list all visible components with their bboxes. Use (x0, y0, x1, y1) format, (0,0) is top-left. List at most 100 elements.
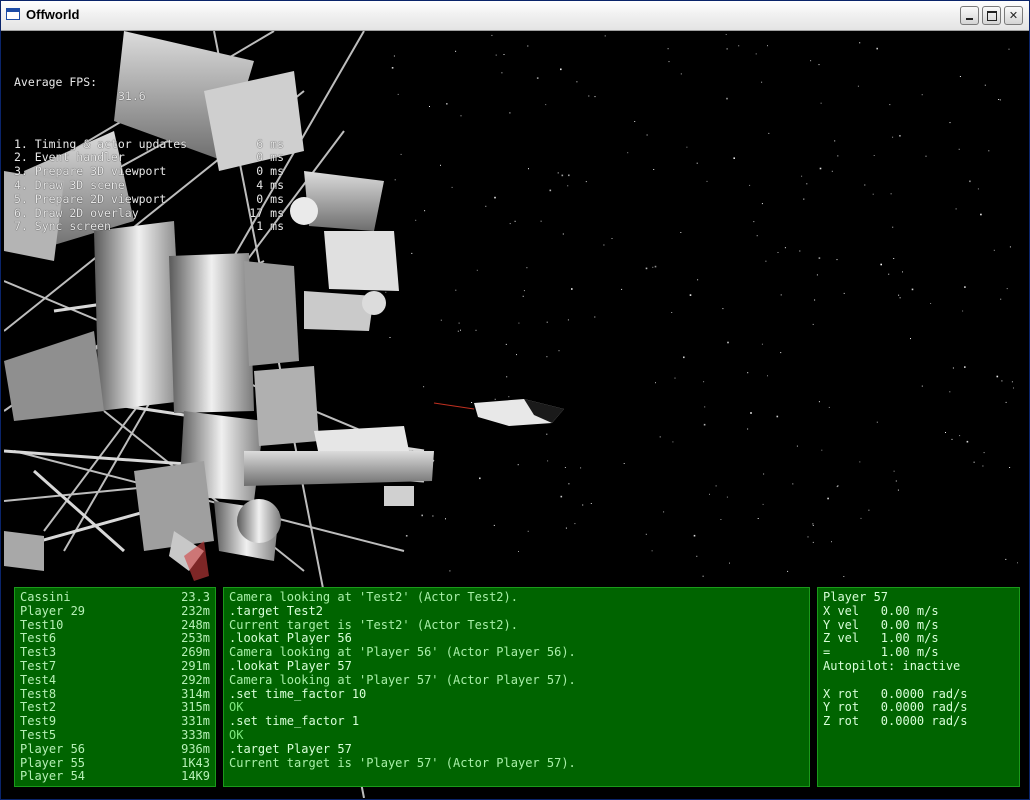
3d-viewport[interactable]: Average FPS: 31.6 1. Timing & actor upda… (4, 31, 1028, 798)
console-line: .lookat Player 57 (229, 658, 352, 673)
star (776, 415, 779, 418)
star (755, 53, 757, 55)
target-distance: 248m (181, 617, 210, 632)
star (767, 375, 768, 377)
star (440, 164, 441, 166)
target-distance: 232m (181, 603, 210, 618)
star (421, 514, 423, 517)
star (1000, 298, 1002, 300)
star (582, 504, 584, 506)
star (1001, 380, 1003, 382)
star (876, 421, 878, 423)
star (726, 97, 728, 100)
target-row[interactable]: Player 54 14K9 (20, 770, 210, 784)
console-line: Camera looking at 'Player 57' (Actor Pla… (229, 672, 576, 687)
star (440, 319, 442, 321)
star (516, 354, 517, 356)
star (806, 183, 808, 185)
star (451, 186, 453, 188)
close-button[interactable]: ✕ (1004, 6, 1023, 25)
star (411, 252, 413, 254)
star (857, 85, 859, 87)
star (951, 438, 953, 440)
target-row[interactable]: Test2 315m (20, 701, 210, 715)
target-row[interactable]: Player 56 936m (20, 742, 210, 757)
console-line: Current target is 'Test2' (Actor Test2). (229, 617, 518, 632)
star (761, 343, 763, 345)
star (768, 132, 770, 134)
star (792, 483, 794, 485)
maximize-button[interactable] (982, 6, 1001, 25)
star (930, 303, 932, 304)
target-row[interactable]: Test5 333m (20, 727, 210, 743)
star (980, 213, 982, 216)
target-row[interactable]: Test6 253m (20, 632, 210, 646)
target-distance: 291m (181, 658, 210, 673)
star (588, 95, 590, 97)
star (749, 184, 751, 186)
star (674, 377, 676, 379)
star (999, 99, 1001, 101)
target-row[interactable]: Test4 292m (20, 672, 210, 688)
stat-value: 17 ms (249, 205, 284, 220)
star (706, 180, 708, 182)
star (385, 291, 387, 293)
target-name: Test2 (20, 700, 57, 715)
star (560, 495, 563, 498)
star (921, 385, 923, 387)
target-row[interactable]: Test10 248m (20, 617, 210, 633)
target-row[interactable]: Test7 291m (20, 658, 210, 674)
minimize-button[interactable] (960, 6, 979, 25)
star (1017, 562, 1018, 564)
star (902, 271, 903, 273)
star (671, 312, 673, 313)
title-bar[interactable]: Offworld ✕ (1, 1, 1029, 31)
stat-label: 7. Sync screen (14, 219, 111, 234)
performance-stats: Average FPS: 31.6 1. Timing & actor upda… (14, 35, 284, 262)
target-row[interactable]: Test9 331m (20, 714, 210, 729)
player-info-line: Y rot 0.0000 rad/s (823, 700, 968, 715)
star (911, 288, 914, 291)
star (1013, 387, 1014, 389)
star (998, 99, 1000, 100)
target-distance: 333m (181, 727, 210, 742)
star (509, 223, 511, 225)
star (818, 401, 820, 403)
target-row[interactable]: Player 29 232m (20, 603, 210, 619)
console-panel[interactable]: Camera looking at 'Test2' (Actor Test2).… (223, 587, 810, 787)
target-row[interactable]: Player 55 1K43 (20, 756, 210, 771)
star (565, 527, 567, 529)
star (445, 518, 446, 520)
star (415, 219, 417, 221)
stat-value: 0 ms (256, 164, 284, 179)
star (683, 356, 685, 359)
target-row[interactable]: Test8 314m (20, 687, 210, 702)
star (966, 440, 969, 443)
target-distance: 14K9 (181, 769, 210, 784)
star (801, 175, 803, 177)
player-info-line (823, 674, 1014, 688)
star (494, 196, 496, 199)
star (964, 366, 966, 368)
star (457, 330, 459, 332)
target-row[interactable]: Cassini 23.3 (20, 590, 210, 605)
star (888, 273, 890, 275)
console-line: .lookat Player 56 (229, 631, 352, 646)
stat-value: 4 ms (256, 177, 284, 192)
star (611, 238, 613, 239)
star (964, 286, 966, 288)
star (814, 299, 816, 301)
target-row[interactable]: Test3 269m (20, 645, 210, 660)
target-distance: 292m (181, 672, 210, 687)
star (873, 155, 875, 156)
player-57-spacecraft[interactable] (433, 399, 564, 426)
star (820, 102, 822, 104)
star (727, 341, 729, 344)
star (725, 34, 727, 35)
star (880, 263, 882, 266)
star (580, 467, 582, 469)
star (784, 247, 786, 249)
star (872, 193, 874, 195)
star (429, 106, 430, 107)
star (962, 310, 964, 312)
